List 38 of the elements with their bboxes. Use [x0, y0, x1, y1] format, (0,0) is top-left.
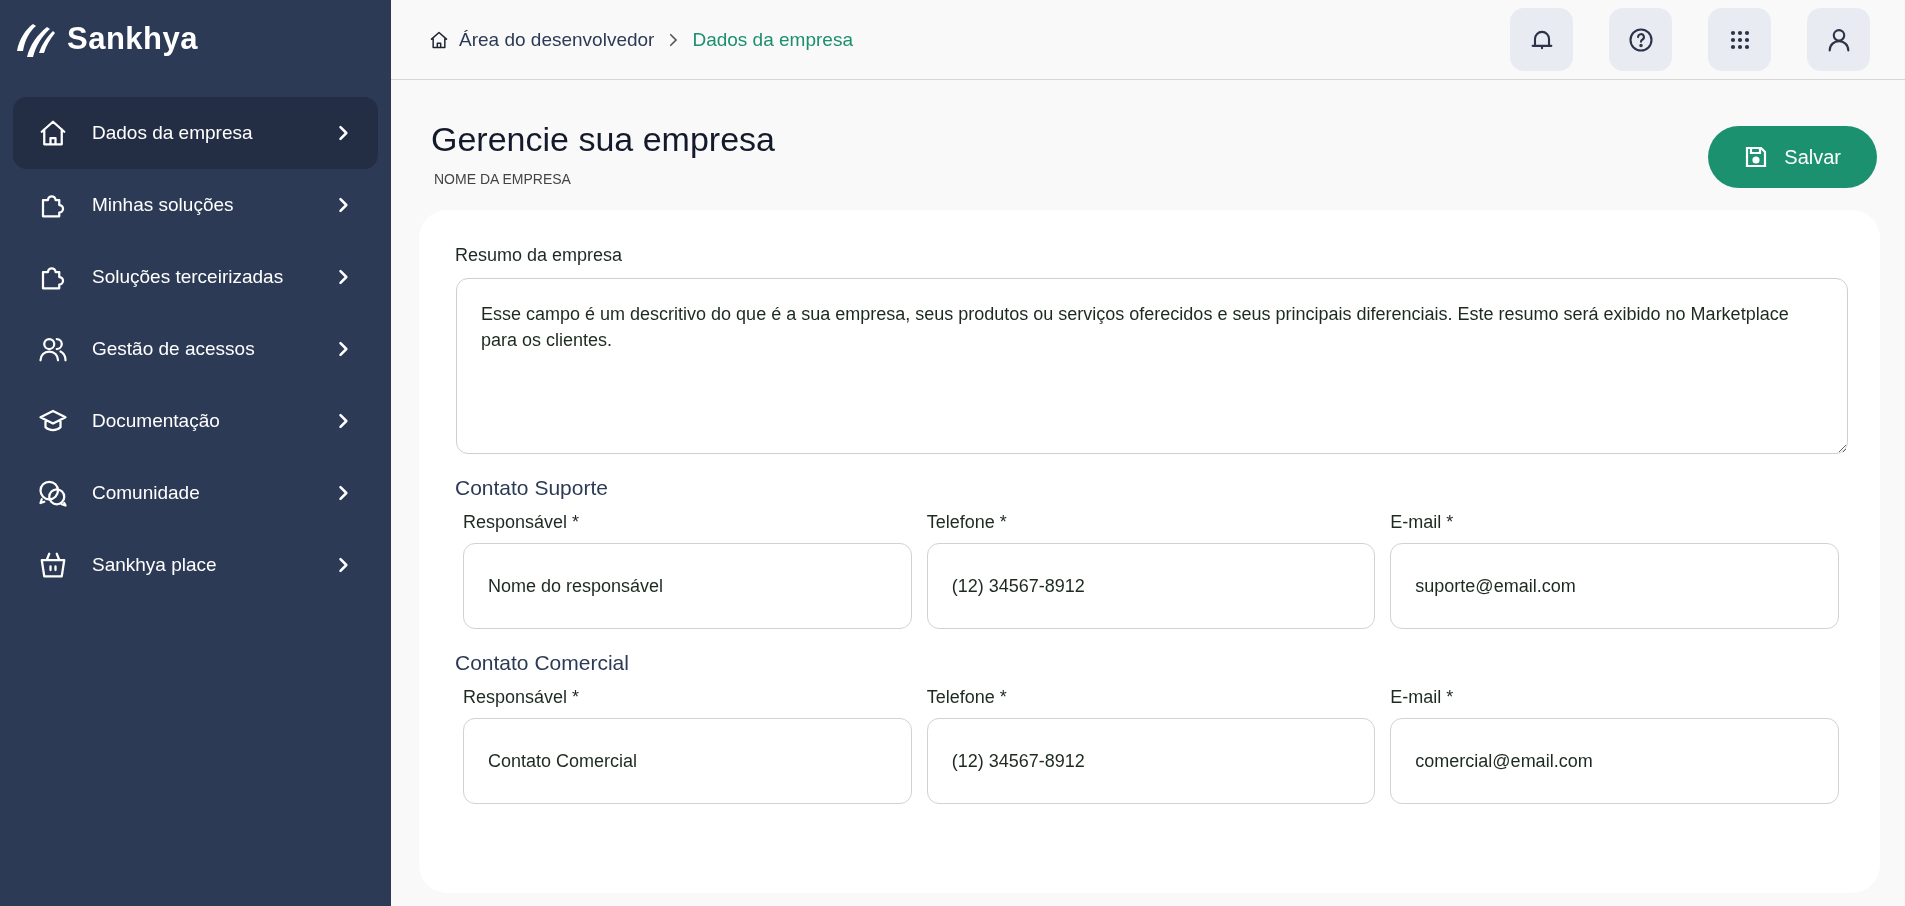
field-label: Resumo da empresa — [455, 245, 624, 266]
profile-button[interactable] — [1807, 8, 1870, 71]
field-label: E-mail * — [1390, 687, 1455, 708]
field-label: E-mail * — [1390, 512, 1455, 533]
input-field[interactable]: (12) 34567-8912 — [926, 543, 1376, 629]
breadcrumb-link[interactable]: Área do desenvolvedor — [459, 28, 655, 51]
sidebar-item[interactable]: Gestão de acessos — [13, 313, 378, 385]
sidebar-item[interactable]: Documentação — [13, 385, 378, 457]
page-title: Gerencie sua empresa — [431, 120, 776, 159]
basket-icon — [38, 550, 68, 580]
sidebar-item[interactable]: Minhas soluções — [13, 169, 378, 241]
section-title: Contato Comercial — [455, 651, 630, 675]
input-field[interactable]: suporte@email.com — [1390, 543, 1839, 629]
field-label: Telefone * — [926, 687, 1008, 708]
company-name-label: NOME DA EMPRESA — [434, 171, 572, 187]
input-field[interactable]: Nome do responsável — [463, 543, 912, 629]
help-button[interactable] — [1609, 8, 1672, 71]
field-label: Responsável * — [463, 687, 581, 708]
help-icon — [1626, 25, 1655, 54]
home-icon — [38, 118, 68, 148]
input-field[interactable]: comercial@email.com — [1390, 718, 1839, 804]
field-label: Telefone * — [926, 512, 1008, 533]
notifications-button[interactable] — [1510, 8, 1573, 71]
save-button[interactable]: Salvar — [1708, 126, 1877, 188]
sidebar-item[interactable]: Comunidade — [13, 457, 378, 529]
input-field[interactable]: Contato Comercial — [463, 718, 912, 804]
logo-text: Sankhya — [67, 21, 198, 57]
breadcrumb-link[interactable]: Dados da empresa — [692, 28, 853, 51]
chat-bubbles-icon — [38, 478, 68, 508]
home-icon — [429, 29, 449, 50]
summary-field[interactable]: Esse campo é um descritivo do que é a sua empresa, seus produtos ou serviços oferecidos e seus principais diferenciais. Este resumo será exibido no Marketplace para os clientes. — [456, 278, 1848, 454]
apps-button[interactable] — [1708, 8, 1771, 71]
sidebar-item[interactable]: Dados da empresa — [13, 97, 378, 169]
sidebar-item[interactable]: Sankhya place — [13, 529, 378, 601]
field-label: Responsável * — [463, 512, 581, 533]
section-title: Contato Suporte — [455, 476, 609, 500]
sidebar-item[interactable]: Soluções terceirizadas — [13, 241, 378, 313]
input-field[interactable]: (12) 34567-8912 — [926, 718, 1376, 804]
